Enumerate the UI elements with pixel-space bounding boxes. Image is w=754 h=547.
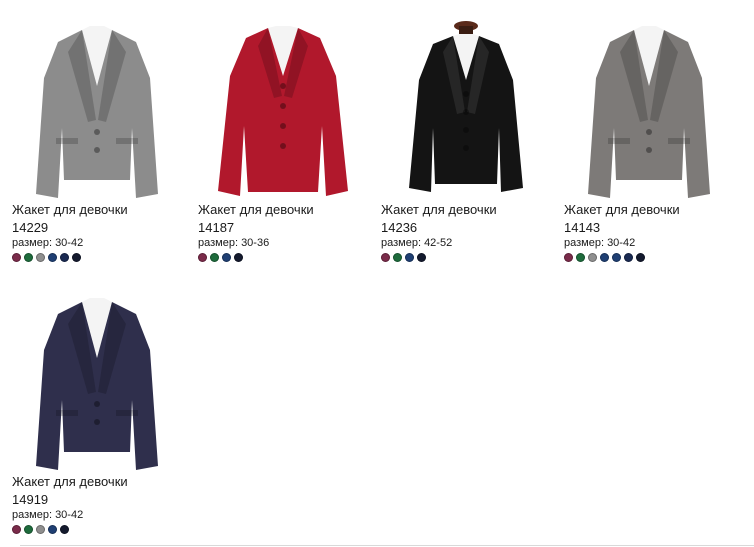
color-swatch[interactable] [576, 253, 585, 262]
color-swatch[interactable] [36, 253, 45, 262]
color-swatch[interactable] [198, 253, 207, 262]
color-swatch[interactable] [612, 253, 621, 262]
color-swatches [564, 253, 645, 262]
product-title[interactable]: Жакет для девочки [12, 202, 128, 217]
product-sku: 14187 [198, 220, 235, 235]
color-swatch[interactable] [72, 253, 81, 262]
color-swatch[interactable] [60, 525, 69, 534]
color-swatch[interactable] [588, 253, 597, 262]
color-swatch[interactable] [564, 253, 573, 262]
color-swatch[interactable] [222, 253, 231, 262]
divider [20, 545, 754, 546]
color-swatches [12, 525, 69, 534]
product-size-range: размер: 30-36 [198, 237, 270, 249]
color-swatch[interactable] [624, 253, 633, 262]
product-card[interactable]: Жакет для девочки 14919 размер: 30-42 [12, 288, 182, 538]
product-card[interactable]: Жакет для девочки 14187 размер: 30-36 [198, 16, 368, 266]
product-size-range: размер: 42-52 [381, 237, 453, 249]
color-swatch[interactable] [12, 253, 21, 262]
color-swatch[interactable] [48, 525, 57, 534]
product-image[interactable] [564, 16, 734, 206]
product-card[interactable]: Жакет для девочки 14143 размер: 30-42 [564, 16, 734, 266]
product-sku: 14236 [381, 220, 418, 235]
color-swatch[interactable] [210, 253, 219, 262]
product-card[interactable]: Жакет для девочки 14229 размер: 30-42 [12, 16, 182, 266]
product-image[interactable] [381, 16, 551, 206]
color-swatch[interactable] [24, 525, 33, 534]
color-swatches [198, 253, 243, 262]
color-swatch[interactable] [600, 253, 609, 262]
color-swatch[interactable] [48, 253, 57, 262]
color-swatch[interactable] [24, 253, 33, 262]
product-title[interactable]: Жакет для девочки [381, 202, 497, 217]
product-sku: 14143 [564, 220, 601, 235]
product-size-range: размер: 30-42 [564, 237, 636, 249]
product-sku: 14919 [12, 492, 49, 507]
product-card[interactable]: Жакет для девочки 14236 размер: 42-52 [381, 16, 551, 266]
product-title[interactable]: Жакет для девочки [12, 474, 128, 489]
color-swatch[interactable] [12, 525, 21, 534]
color-swatch[interactable] [417, 253, 426, 262]
product-sku: 14229 [12, 220, 49, 235]
color-swatches [12, 253, 81, 262]
product-image[interactable] [198, 16, 368, 206]
product-image[interactable] [12, 16, 182, 206]
color-swatch[interactable] [60, 253, 69, 262]
product-size-range: размер: 30-42 [12, 237, 84, 249]
color-swatch[interactable] [234, 253, 243, 262]
product-size-range: размер: 30-42 [12, 509, 84, 521]
color-swatch[interactable] [405, 253, 414, 262]
color-swatch[interactable] [36, 525, 45, 534]
color-swatch[interactable] [381, 253, 390, 262]
product-title[interactable]: Жакет для девочки [198, 202, 314, 217]
color-swatches [381, 253, 426, 262]
color-swatch[interactable] [393, 253, 402, 262]
product-image[interactable] [12, 288, 182, 478]
product-title[interactable]: Жакет для девочки [564, 202, 680, 217]
color-swatch[interactable] [636, 253, 645, 262]
